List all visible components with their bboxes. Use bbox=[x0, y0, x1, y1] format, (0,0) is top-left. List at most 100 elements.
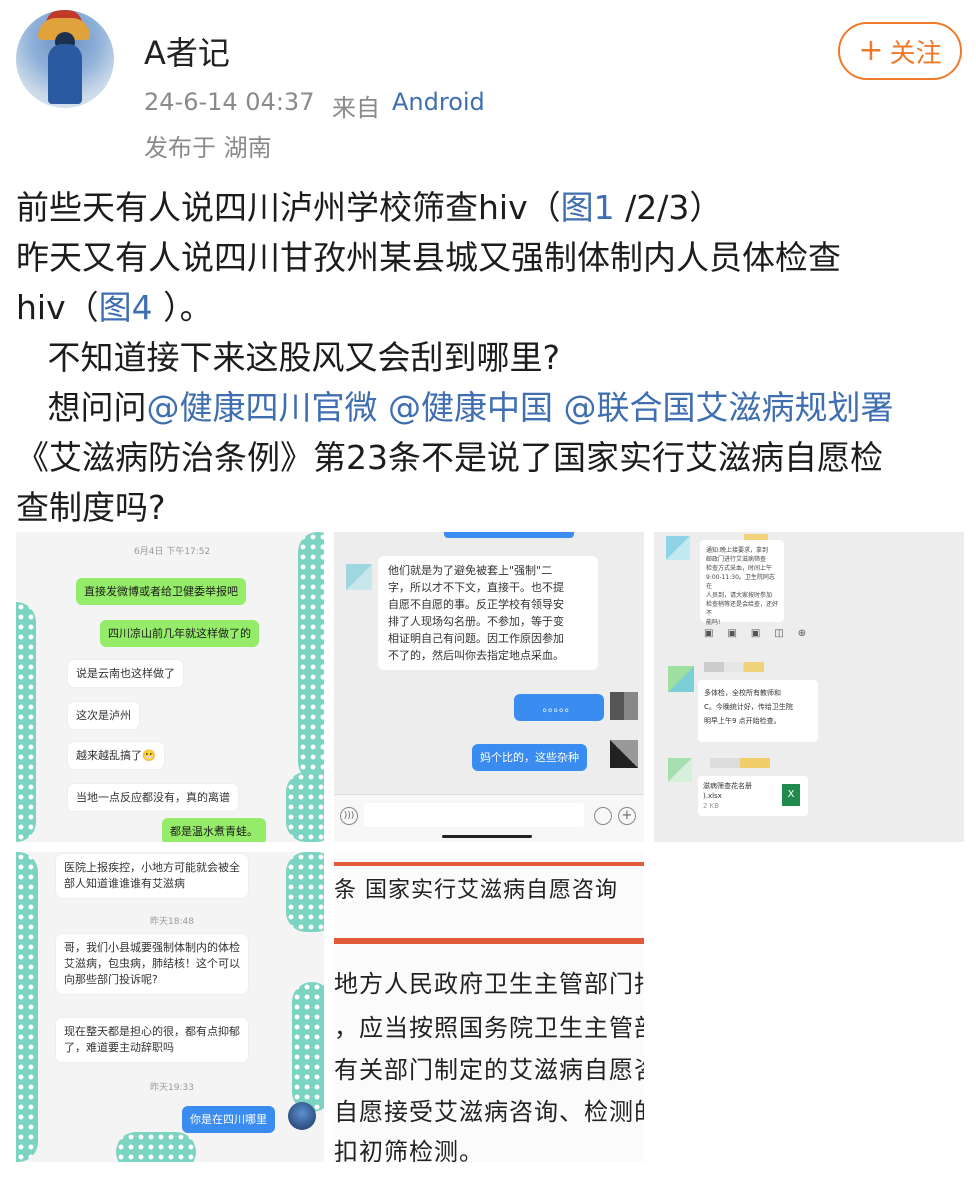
message-line: 艾滋病，包虫病，肺结核！这个可以 bbox=[64, 957, 240, 970]
post-image-5[interactable]: 条 国家实行艾滋病自愿咨询 地方人民政府卫生主管部门指 ，应当按照国务院卫生主管… bbox=[334, 852, 644, 1162]
document-line: 自愿接受艾滋病咨询、检测的 bbox=[334, 1098, 644, 1126]
add-icon[interactable]: + bbox=[618, 807, 636, 825]
source-device[interactable]: Android bbox=[392, 88, 485, 116]
sticker-decoration bbox=[16, 602, 36, 842]
chat-bubble: 越来越乱搞了😬 bbox=[68, 742, 164, 769]
post-image-2[interactable]: 他们就是为了避免被套上"强制"二 字，所以才不下文，直接干。也不提 自愿不自愿的… bbox=[334, 532, 644, 842]
contact-avatar bbox=[668, 758, 692, 782]
mention-unaids[interactable]: @联合国艾滋病规划署 bbox=[563, 388, 893, 427]
chat-bubble: 当地一点反应都没有，真的离谱 bbox=[68, 784, 238, 811]
document-line: 地方人民政府卫生主管部门指 bbox=[334, 970, 644, 998]
contact-avatar bbox=[668, 666, 694, 692]
notice-line: 邮政门进行艾滋病筛查 bbox=[706, 556, 767, 563]
chat-timestamp: 昨天18:48 bbox=[150, 917, 194, 927]
text-segment: /2/3） bbox=[614, 188, 723, 227]
red-divider bbox=[334, 862, 644, 866]
contact-avatar bbox=[346, 564, 372, 590]
reply-bubble: 妈个比的，这些杂种 bbox=[472, 744, 587, 771]
pixelated-block bbox=[710, 758, 770, 768]
avatar-figure bbox=[48, 44, 82, 104]
home-indicator bbox=[442, 835, 532, 838]
post-location: 发布于 湖南 bbox=[144, 134, 272, 162]
chat-timestamp: 6月4日 下午17:52 bbox=[134, 547, 211, 557]
sticker-decoration bbox=[286, 852, 324, 932]
mention-health-sichuan[interactable]: @健康四川官微 bbox=[146, 388, 377, 427]
chat-bubble: 哥，我们小县城要强制体制内的体检 艾滋病，包虫病，肺结核！这个可以 向那些部门投… bbox=[56, 934, 248, 994]
post-text-line-7: 查制度吗? bbox=[16, 488, 166, 527]
image-link-4[interactable]: 图4 bbox=[99, 288, 153, 327]
message-line: 多体检，全校所有教师和 bbox=[704, 689, 781, 697]
message-line: 字，所以才不下文，直接干。也不提 bbox=[388, 581, 564, 594]
chat-bubble: 医院上报疾控，小地方可能就会被全 部人知道谁谁谁有艾滋病 bbox=[56, 854, 248, 898]
sticker-decoration bbox=[298, 532, 324, 782]
message-line: 了，难道要主动辞职吗 bbox=[64, 1041, 174, 1054]
image-link-1[interactable]: 图1 bbox=[561, 188, 615, 227]
toolbar-icons: ▣▣▣◫⊕ bbox=[704, 628, 821, 639]
chat-bubble: 四川凉山前几年就这样做了的 bbox=[100, 620, 259, 647]
chat-input[interactable] bbox=[364, 803, 584, 827]
self-avatar bbox=[288, 1102, 316, 1130]
document-line: 有关部门制定的艾滋病自愿咨 bbox=[334, 1056, 644, 1084]
post-text-line-1: 前些天有人说四川泸州学校筛查hiv（图1 /2/3） bbox=[16, 188, 722, 228]
notice-line: 能吗! bbox=[706, 619, 721, 626]
bubble-fragment bbox=[444, 532, 574, 538]
post-text-line-6: 《艾滋病防治条例》第23条不是说了国家实行艾滋病自愿检 bbox=[16, 438, 883, 477]
chat-timestamp: 昨天19:33 bbox=[150, 1083, 194, 1093]
voice-icon[interactable]: ))) bbox=[340, 807, 358, 825]
reply-bubble: 。。。。。 bbox=[514, 694, 604, 721]
self-avatar bbox=[610, 740, 638, 768]
source-prefix: 来自 bbox=[332, 94, 380, 122]
pixelated-block bbox=[704, 662, 764, 672]
chat-bubble-long: 他们就是为了避免被套上"强制"二 字，所以才不下文，直接干。也不提 自愿不自愿的… bbox=[378, 556, 598, 670]
plus-icon: + bbox=[858, 33, 884, 68]
message-line: 明早上午9 点开始检查。 bbox=[704, 717, 781, 725]
document-heading: 条 国家实行艾滋病自愿咨询 bbox=[334, 878, 618, 903]
document-line: ，应当按照国务院卫生主管部 bbox=[334, 1014, 644, 1042]
message-line: C。今晚统计好，传给卫生院 bbox=[704, 703, 793, 711]
chat-input-bar: ))) + bbox=[334, 794, 644, 842]
message-line: 自愿不自愿的事。反正学校有领导安 bbox=[388, 598, 564, 611]
text-segment: 前些天有人说四川泸州学校筛查hiv（ bbox=[16, 188, 561, 227]
follow-label: 关注 bbox=[889, 38, 942, 69]
red-divider bbox=[334, 938, 644, 944]
message-line: 排了人现场勾名册。不参加，等于变 bbox=[388, 615, 564, 628]
file-message[interactable]: 滋病筛查花名册 ).xlsx 2 KB X bbox=[698, 776, 808, 816]
reply-bubble: 你是在四川哪里 bbox=[182, 1106, 275, 1133]
notice-line: 检查稍等还是会给查，还好不 bbox=[706, 601, 779, 617]
chat-bubble: 多体检，全校所有教师和 C。今晚统计好，传给卫生院 明早上午9 点开始检查。 bbox=[698, 680, 818, 742]
emoji-icon[interactable] bbox=[594, 807, 612, 825]
post-text-line-4: 不知道接下来这股风又会刮到哪里? bbox=[16, 338, 560, 377]
notice-bubble: 通知:晚上接要求，拿到 邮政门进行艾滋病筛查 检查方式采血，时间上午 9:00-… bbox=[700, 540, 784, 626]
author-name[interactable]: A者记 bbox=[144, 28, 230, 74]
avatar[interactable] bbox=[16, 10, 114, 108]
post-image-1[interactable]: 6月4日 下午17:52 直接发微博或者给卫健委举报吧 四川凉山前几年就这样做了… bbox=[16, 532, 324, 842]
post-text-line-3: hiv（图4 ）。 bbox=[16, 288, 213, 328]
notice-line: 人员到，请大家按时参加 bbox=[706, 592, 773, 599]
text-segment: hiv（ bbox=[16, 288, 99, 327]
post-image-4[interactable]: 医院上报疾控，小地方可能就会被全 部人知道谁谁谁有艾滋病 昨天18:48 哥，我… bbox=[16, 852, 324, 1162]
message-line: 不了的，然后叫你去指定地点采血。 bbox=[388, 649, 564, 662]
post-time: 24-6-14 04:37 bbox=[144, 88, 315, 116]
post-image-3[interactable]: 通知:晚上接要求，拿到 邮政门进行艾滋病筛查 检查方式采血，时间上午 9:00-… bbox=[654, 532, 964, 842]
self-avatar bbox=[610, 692, 638, 720]
chat-bubble: 现在整天都是担心的很，都有点抑郁 了，难道要主动辞职吗 bbox=[56, 1018, 248, 1062]
message-line: 部人知道谁谁谁有艾滋病 bbox=[64, 877, 185, 890]
sticker-decoration bbox=[16, 852, 38, 1162]
message-line: 他们就是为了避免被套上"强制"二 bbox=[388, 564, 553, 577]
notice-line: 检查方式采血，时间上午 bbox=[706, 565, 773, 572]
message-line: 哥，我们小县城要强制体制内的体检 bbox=[64, 941, 240, 954]
follow-button[interactable]: + 关注 bbox=[838, 22, 962, 80]
message-line: 相证明自己有问题。因工作原因参加 bbox=[388, 632, 564, 645]
sticker-decoration bbox=[286, 772, 324, 842]
chat-bubble: 直接发微博或者给卫健委举报吧 bbox=[76, 578, 246, 605]
notice-line: 通知:晚上接要求，拿到 bbox=[706, 547, 769, 554]
message-line: 向那些部门投诉呢? bbox=[64, 973, 158, 986]
post-text-line-2: 昨天又有人说四川甘孜州某县城又强制体制内人员体检查 bbox=[16, 238, 841, 277]
chat-bubble: 都是温水煮青蛙。 bbox=[162, 818, 266, 842]
post-text-line-5: 想问问@健康四川官微 @健康中国 @联合国艾滋病规划署 bbox=[16, 388, 893, 428]
chat-bubble: 说是云南也这样做了 bbox=[68, 660, 183, 687]
text-segment: ）。 bbox=[152, 288, 213, 327]
sticker-decoration bbox=[116, 1132, 196, 1162]
contact-avatar bbox=[666, 536, 690, 560]
mention-health-china[interactable]: @健康中国 bbox=[388, 388, 553, 427]
